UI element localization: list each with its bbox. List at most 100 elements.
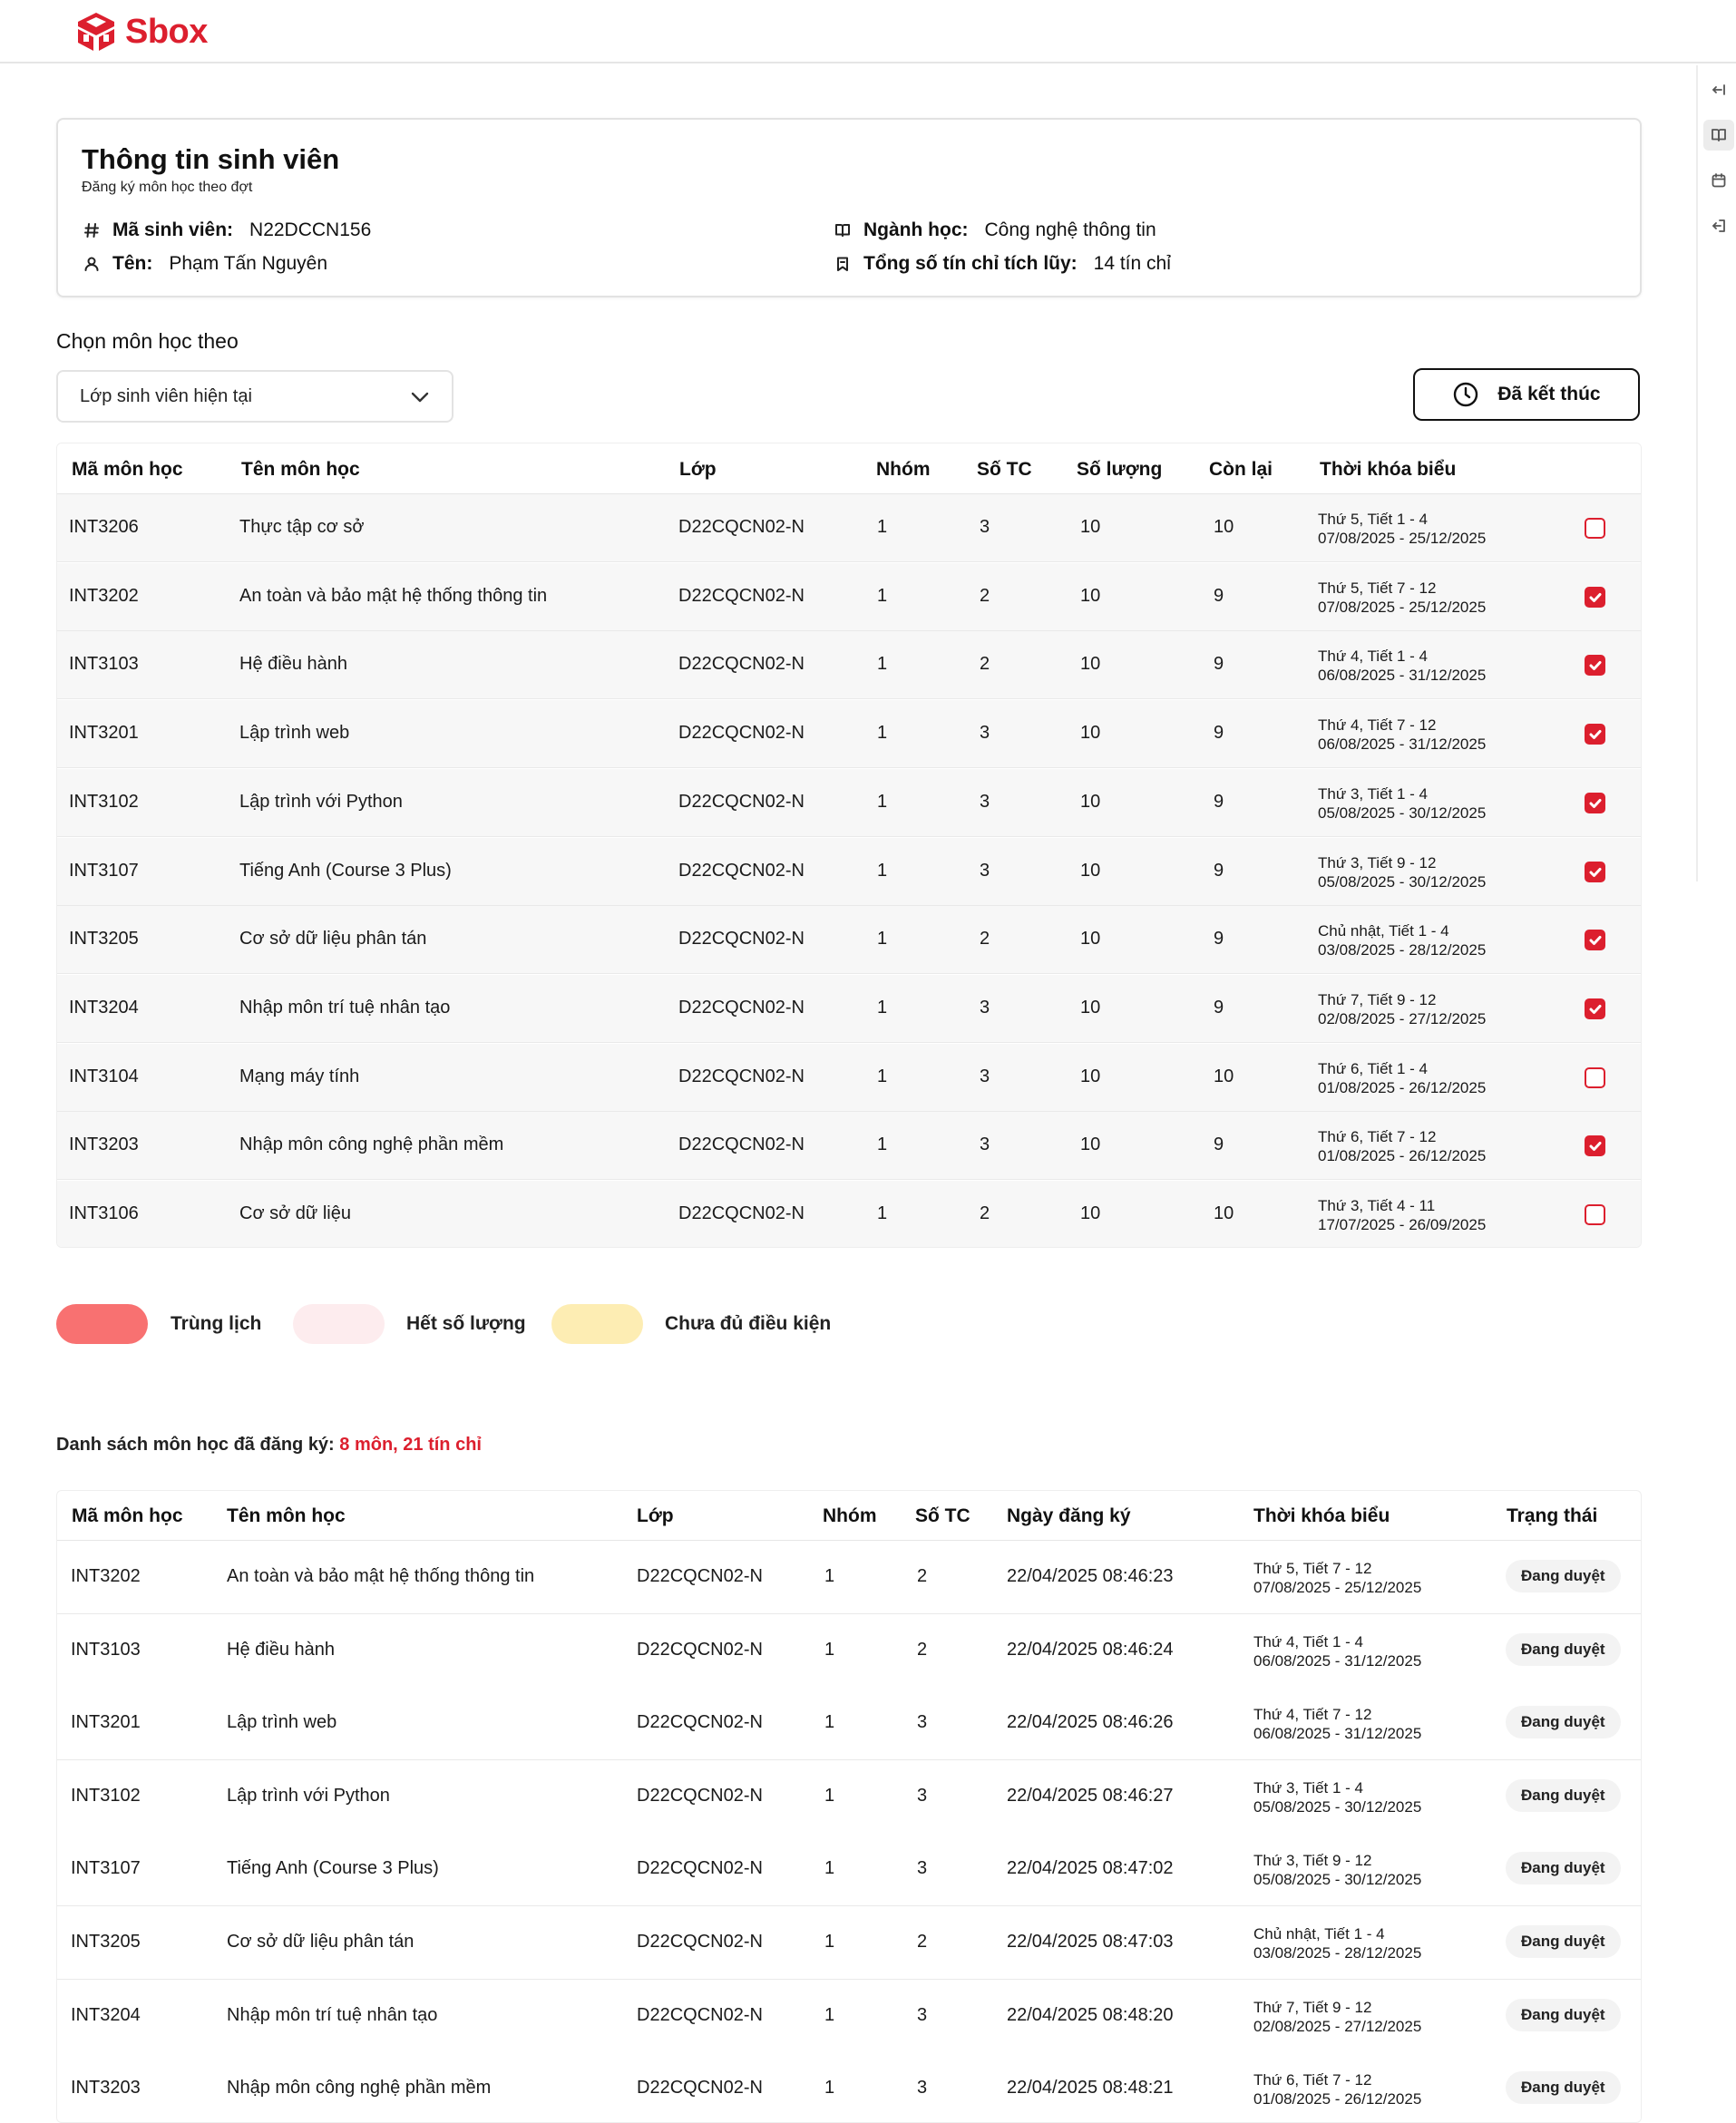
course-class: D22CQCN02-N	[678, 1066, 805, 1086]
registered-table: Mã môn học Tên môn học Lớp Nhóm Số TC Ng…	[56, 1490, 1642, 2123]
course-row[interactable]: INT3106 Cơ sở dữ liệu D22CQCN02-N 1 2 10 10 Thứ…	[57, 1181, 1641, 1247]
registered-row[interactable]: INT3107 Tiếng Anh (Course 3 Plus) D22CQCN0…	[57, 1833, 1641, 1907]
reg-name: Tiếng Anh (Course 3 Plus)	[227, 1858, 439, 1879]
course-row[interactable]: INT3104 Mạng máy tính D22CQCN02-N 1 3 10 10 Thứ…	[57, 1043, 1641, 1112]
course-schedule-slot: Thứ 6, Tiết 1 - 4	[1318, 1059, 1428, 1077]
course-remaining: 9	[1214, 929, 1224, 950]
reg-name: Cơ sở dữ liệu phân tán	[227, 1932, 414, 1952]
course-schedule-dates: 07/08/2025 - 25/12/2025	[1318, 530, 1487, 547]
rail-logout-button[interactable]	[1703, 210, 1734, 241]
rail-calendar-button[interactable]	[1703, 165, 1734, 196]
course-schedule-slot: Thứ 5, Tiết 1 - 4	[1318, 511, 1428, 528]
student-name-row: Tên: Phạm Tấn Nguyên	[82, 251, 327, 277]
reg-code: INT3103	[71, 1639, 141, 1660]
reg-schedule: Thứ 3, Tiết 9 - 12 05/08/2025 - 30/12/202…	[1253, 1851, 1421, 1889]
course-schedule: Thứ 3, Tiết 4 - 11 17/07/2025 - 26/09/202…	[1318, 1196, 1486, 1234]
registered-row[interactable]: INT3201 Lập trình web D22CQCN02-N 1 3 22/04/2…	[57, 1687, 1641, 1761]
course-class: D22CQCN02-N	[678, 1203, 805, 1223]
student-id-row: Mã sinh viên: N22DCCN156	[82, 218, 371, 243]
reg-schedule-slot: Thứ 4, Tiết 1 - 4	[1253, 1632, 1363, 1651]
course-select-checkbox[interactable]	[1585, 586, 1605, 608]
course-capacity: 10	[1080, 1135, 1101, 1155]
reg-class: D22CQCN02-N	[637, 1785, 763, 1806]
registered-row[interactable]: INT3204 Nhập môn trí tuệ nhân tạo D22CQCN0…	[57, 1979, 1641, 2053]
course-select-checkbox[interactable]	[1585, 1135, 1605, 1157]
course-schedule: Thứ 6, Tiết 1 - 4 01/08/2025 - 26/12/2025	[1318, 1059, 1486, 1097]
course-row[interactable]: INT3107 Tiếng Anh (Course 3 Plus) D22CQCN0…	[57, 837, 1641, 906]
course-row[interactable]: INT3102 Lập trình với Python D22CQCN02-N 1 3…	[57, 768, 1641, 837]
course-credits: 2	[980, 929, 990, 950]
reg-schedule: Thứ 6, Tiết 7 - 12 01/08/2025 - 26/12/202…	[1253, 2070, 1421, 2108]
reg-schedule-dates: 02/08/2025 - 27/12/2025	[1253, 2017, 1422, 2035]
course-schedule-slot: Thứ 4, Tiết 1 - 4	[1318, 648, 1428, 666]
reg-schedule: Thứ 5, Tiết 7 - 12 07/08/2025 - 25/12/202…	[1253, 1559, 1421, 1597]
course-schedule-slot: Thứ 3, Tiết 9 - 12	[1318, 853, 1437, 872]
logout-icon	[1712, 219, 1725, 232]
course-select-checkbox[interactable]	[1585, 724, 1605, 745]
collapse-button[interactable]	[1703, 74, 1734, 105]
reg-class: D22CQCN02-N	[637, 1858, 763, 1879]
course-class: D22CQCN02-N	[678, 654, 805, 675]
course-schedule-dates: 03/08/2025 - 28/12/2025	[1318, 941, 1487, 959]
course-select-checkbox[interactable]	[1585, 998, 1605, 1019]
course-code: INT3202	[69, 585, 139, 606]
box-logo-icon	[78, 13, 114, 51]
student-id-value: N22DCCN156	[249, 219, 372, 240]
course-group: 1	[877, 1066, 888, 1086]
course-schedule-dates: 07/08/2025 - 25/12/2025	[1318, 598, 1487, 616]
course-capacity: 10	[1080, 517, 1101, 537]
legend-label-ineligible: Chưa đủ điều kiện	[665, 1313, 832, 1334]
rail-book-button[interactable]	[1703, 120, 1734, 151]
check-icon	[1589, 661, 1602, 671]
reg-col-code: Mã môn học	[72, 1505, 183, 1526]
course-row[interactable]: INT3202 An toàn và bảo mật hệ thống thông…	[57, 562, 1641, 631]
course-code: INT3206	[69, 517, 139, 537]
course-credits: 3	[980, 997, 990, 1018]
course-row[interactable]: INT3103 Hệ điều hành D22CQCN02-N 1 2 10 9 Thứ 4…	[57, 631, 1641, 700]
collapse-icon	[1712, 84, 1725, 95]
registered-row[interactable]: INT3102 Lập trình với Python D22CQCN02-N 1 3…	[57, 1759, 1641, 1834]
course-name: Hệ điều hành	[239, 654, 347, 675]
course-select-checkbox[interactable]	[1585, 1066, 1605, 1088]
student-id-label: Mã sinh viên:	[112, 219, 234, 240]
registered-summary: Danh sách môn học đã đăng ký: 8 môn, 21 …	[56, 1435, 482, 1456]
course-select-checkbox[interactable]	[1585, 1204, 1605, 1225]
course-row[interactable]: INT3206 Thực tập cơ sở D22CQCN02-N 1 3 10 10 Th…	[57, 494, 1641, 562]
registered-row[interactable]: INT3205 Cơ sở dữ liệu phân tán D22CQCN02-N…	[57, 1906, 1641, 1980]
course-schedule-slot: Chủ nhật, Tiết 1 - 4	[1318, 922, 1449, 940]
reg-schedule-dates: 06/08/2025 - 31/12/2025	[1253, 1651, 1422, 1670]
course-capacity: 10	[1080, 860, 1101, 881]
course-filter-select[interactable]: Lớp sinh viên hiện tại	[56, 370, 454, 423]
credits-row: Tổng số tín chỉ tích lũy: 14 tín chỉ	[833, 251, 1171, 277]
reg-col-date: Ngày đăng ký	[1007, 1505, 1131, 1526]
legend-label-full: Hết số lượng	[406, 1313, 526, 1334]
course-row[interactable]: INT3205 Cơ sở dữ liệu phân tán D22CQCN02-N…	[57, 906, 1641, 975]
reg-date: 22/04/2025 08:47:03	[1007, 1932, 1174, 1952]
course-select-checkbox[interactable]	[1585, 518, 1605, 539]
course-select-checkbox[interactable]	[1585, 655, 1605, 677]
course-select-checkbox[interactable]	[1585, 930, 1605, 951]
course-row[interactable]: INT3201 Lập trình web D22CQCN02-N 1 3 10 9 Thứ …	[57, 700, 1641, 769]
legend-swatch-ineligible	[551, 1304, 643, 1344]
registered-row[interactable]: INT3202 An toàn và bảo mật hệ thống thông…	[57, 1541, 1641, 1614]
check-icon	[1589, 936, 1602, 946]
status-badge: Đang duyệt	[1506, 1706, 1621, 1739]
course-row[interactable]: INT3203 Nhập môn công nghệ phần mềm D22CQC…	[57, 1112, 1641, 1181]
registered-row[interactable]: INT3203 Nhập môn công nghệ phần mềm D22CQC…	[57, 2052, 1641, 2122]
course-select-checkbox[interactable]	[1585, 861, 1605, 882]
registered-row[interactable]: INT3103 Hệ điều hành D22CQCN02-N 1 2 22/04/20…	[57, 1613, 1641, 1688]
course-select-checkbox[interactable]	[1585, 792, 1605, 813]
reg-schedule: Chủ nhật, Tiết 1 - 4 03/08/2025 - 28/12/2…	[1253, 1924, 1421, 1962]
course-code: INT3203	[69, 1135, 139, 1155]
course-row[interactable]: INT3204 Nhập môn trí tuệ nhân tạo D22CQCN0…	[57, 974, 1641, 1043]
reg-date: 22/04/2025 08:48:21	[1007, 2078, 1174, 2099]
reg-col-credits: Số TC	[915, 1505, 970, 1526]
reg-name: Nhập môn công nghệ phần mềm	[227, 2078, 492, 2099]
course-credits: 3	[980, 1135, 990, 1155]
course-name: Lập trình với Python	[239, 791, 403, 812]
logo[interactable]: Sbox	[76, 11, 208, 53]
app-name: Sbox	[125, 12, 208, 51]
check-icon	[1589, 867, 1602, 877]
ended-button[interactable]: Đã kết thúc	[1413, 368, 1640, 421]
course-group: 1	[877, 585, 888, 606]
